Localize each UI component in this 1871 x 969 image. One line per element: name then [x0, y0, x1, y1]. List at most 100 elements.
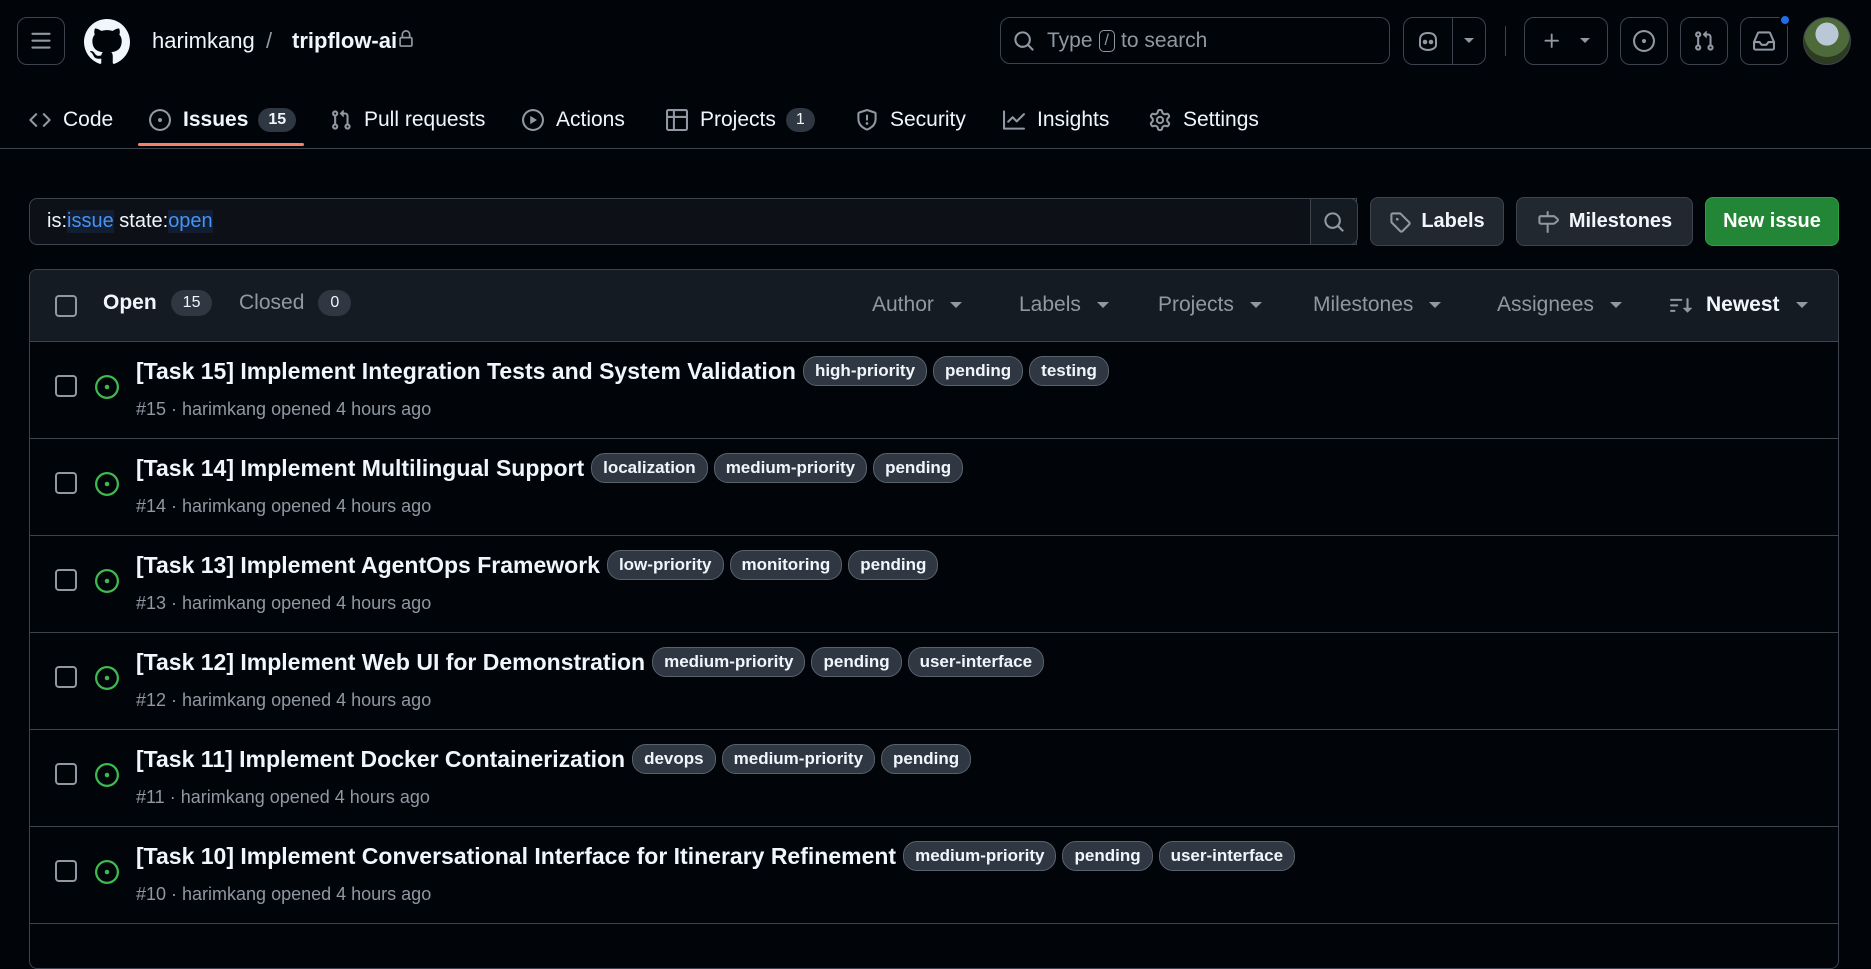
- issue-label[interactable]: pending: [933, 356, 1024, 386]
- issue-meta: #10 · harimkang opened 4 hours ago: [136, 884, 432, 904]
- pull-requests-shortcut-button[interactable]: [1680, 17, 1728, 65]
- issue-label[interactable]: medium-priority: [903, 841, 1057, 871]
- app-header: harimkang / tripflow-ai Type / to search: [0, 0, 1871, 149]
- issue-label[interactable]: pending: [1062, 841, 1153, 871]
- triangle-down-icon: [1579, 38, 1590, 43]
- issue-title-line: [Task 13] Implement AgentOps Framework l…: [136, 550, 944, 580]
- issue-label[interactable]: high-priority: [802, 356, 928, 386]
- tab-label: Insights: [1037, 107, 1110, 131]
- tab-insights[interactable]: Insights: [1003, 90, 1109, 149]
- issue-filter-input[interactable]: is: issue state: open: [29, 198, 1357, 245]
- issue-title-link[interactable]: [Task 13] Implement AgentOps Framework: [136, 552, 600, 579]
- triangle-down-icon: [949, 302, 962, 308]
- plus-icon: [1544, 33, 1559, 48]
- create-new-button[interactable]: [1524, 17, 1608, 65]
- issue-row[interactable]: [Task 10] Implement Conversational Inter…: [30, 827, 1838, 924]
- select-all-checkbox[interactable]: [55, 295, 77, 317]
- issue-title-link[interactable]: [Task 14] Implement Multilingual Support: [136, 455, 584, 482]
- tab-settings[interactable]: Settings: [1149, 90, 1259, 149]
- tag-icon: [1390, 211, 1412, 233]
- issue-row[interactable]: [Task 13] Implement AgentOps Framework l…: [30, 536, 1838, 633]
- issue-label[interactable]: localization: [591, 453, 708, 483]
- user-avatar[interactable]: [1803, 17, 1851, 65]
- milestones-button-label: Milestones: [1568, 210, 1673, 232]
- issue-label[interactable]: medium-priority: [721, 744, 876, 774]
- menu-button[interactable]: [17, 17, 65, 65]
- tab-code[interactable]: Code: [29, 90, 113, 149]
- issue-title-link[interactable]: [Task 12] Implement Web UI for Demonstra…: [136, 649, 645, 676]
- tab-label: Settings: [1183, 107, 1259, 131]
- tab-security[interactable]: Security: [856, 90, 966, 149]
- issue-title-link[interactable]: [Task 15] Implement Integration Tests an…: [136, 358, 796, 385]
- issue-row[interactable]: [Task 11] Implement Docker Containerizat…: [30, 730, 1838, 827]
- filter-key: is:: [47, 210, 67, 232]
- header-divider: [1505, 26, 1506, 56]
- projects-filter-dropdown[interactable]: Projects: [1158, 293, 1262, 317]
- issue-checkbox[interactable]: [55, 666, 77, 688]
- issue-checkbox[interactable]: [55, 763, 77, 785]
- filter-search-button[interactable]: [1310, 198, 1358, 245]
- tab-actions[interactable]: Actions: [522, 90, 625, 149]
- issue-label[interactable]: pending: [811, 647, 902, 677]
- issue-title-line: [Task 11] Implement Docker Containerizat…: [136, 744, 977, 774]
- issue-label[interactable]: testing: [1029, 356, 1109, 386]
- copilot-button[interactable]: [1404, 18, 1453, 64]
- issue-label[interactable]: medium-priority: [713, 453, 868, 483]
- search-icon: [1324, 211, 1344, 232]
- issue-opened-icon: [95, 763, 119, 787]
- hamburger-icon: [31, 32, 51, 49]
- sort-dropdown[interactable]: Newest: [1670, 293, 1808, 317]
- issue-label[interactable]: medium-priority: [652, 647, 806, 677]
- issue-checkbox[interactable]: [55, 375, 77, 397]
- notification-indicator: [1779, 14, 1791, 26]
- issue-checkbox[interactable]: [55, 860, 77, 882]
- filter-value: issue: [67, 210, 114, 233]
- issue-opened-icon: [95, 569, 119, 593]
- issue-label[interactable]: user-interface: [1158, 841, 1296, 871]
- issue-row[interactable]: [Task 15] Implement Integration Tests an…: [30, 342, 1838, 439]
- triangle-down-icon: [1463, 38, 1474, 43]
- issue-checkbox[interactable]: [55, 569, 77, 591]
- issue-title-link[interactable]: [Task 11] Implement Docker Containerizat…: [136, 746, 625, 773]
- tab-label: Code: [63, 107, 114, 131]
- issue-label[interactable]: pending: [881, 744, 972, 774]
- new-issue-button[interactable]: New issue: [1705, 197, 1839, 246]
- issue-meta: #13 · harimkang opened 4 hours ago: [136, 593, 432, 613]
- issue-title-link[interactable]: [Task 10] Implement Conversational Inter…: [136, 843, 896, 870]
- milestones-button[interactable]: Milestones: [1516, 197, 1693, 246]
- assignees-filter-dropdown[interactable]: Assignees: [1497, 293, 1622, 317]
- issue-label[interactable]: pending: [873, 453, 964, 483]
- issues-shortcut-button[interactable]: [1620, 17, 1668, 65]
- labels-filter-label: Labels: [1019, 293, 1081, 316]
- issue-label[interactable]: user-interface: [907, 647, 1045, 677]
- projects-filter-label: Projects: [1158, 293, 1234, 316]
- github-logo-icon[interactable]: [84, 19, 130, 65]
- tab-issues[interactable]: Issues 15: [149, 90, 297, 149]
- tab-projects[interactable]: Projects 1: [666, 90, 815, 149]
- milestones-filter-dropdown[interactable]: Milestones: [1313, 293, 1442, 317]
- labels-filter-dropdown[interactable]: Labels: [1019, 293, 1109, 317]
- global-search-input[interactable]: Type / to search: [1000, 17, 1390, 64]
- issue-label[interactable]: low-priority: [606, 550, 724, 580]
- issue-opened-icon: [95, 860, 119, 884]
- issue-opened-icon: [1633, 30, 1655, 52]
- tab-pull-requests[interactable]: Pull requests: [330, 90, 485, 149]
- breadcrumb-separator: /: [266, 28, 273, 53]
- issue-label[interactable]: devops: [632, 744, 716, 774]
- closed-issues-tab[interactable]: Closed 0: [239, 290, 352, 316]
- open-issues-tab[interactable]: Open 15: [103, 290, 213, 316]
- author-filter-dropdown[interactable]: Author: [872, 293, 962, 317]
- breadcrumb-repo[interactable]: tripflow-ai: [292, 28, 397, 54]
- issue-checkbox[interactable]: [55, 472, 77, 494]
- copilot-dropdown-button[interactable]: [1453, 18, 1485, 64]
- issue-label[interactable]: monitoring: [729, 550, 843, 580]
- breadcrumb-owner[interactable]: harimkang: [152, 28, 255, 54]
- labels-button[interactable]: Labels: [1370, 197, 1504, 246]
- issue-row[interactable]: [Task 14] Implement Multilingual Support…: [30, 439, 1838, 536]
- issue-row[interactable]: [Task 12] Implement Web UI for Demonstra…: [30, 633, 1838, 730]
- search-icon: [1014, 30, 1034, 51]
- sort-label: Newest: [1706, 293, 1780, 316]
- play-icon: [522, 108, 544, 131]
- labels-button-label: Labels: [1421, 210, 1485, 232]
- issue-label[interactable]: pending: [848, 550, 939, 580]
